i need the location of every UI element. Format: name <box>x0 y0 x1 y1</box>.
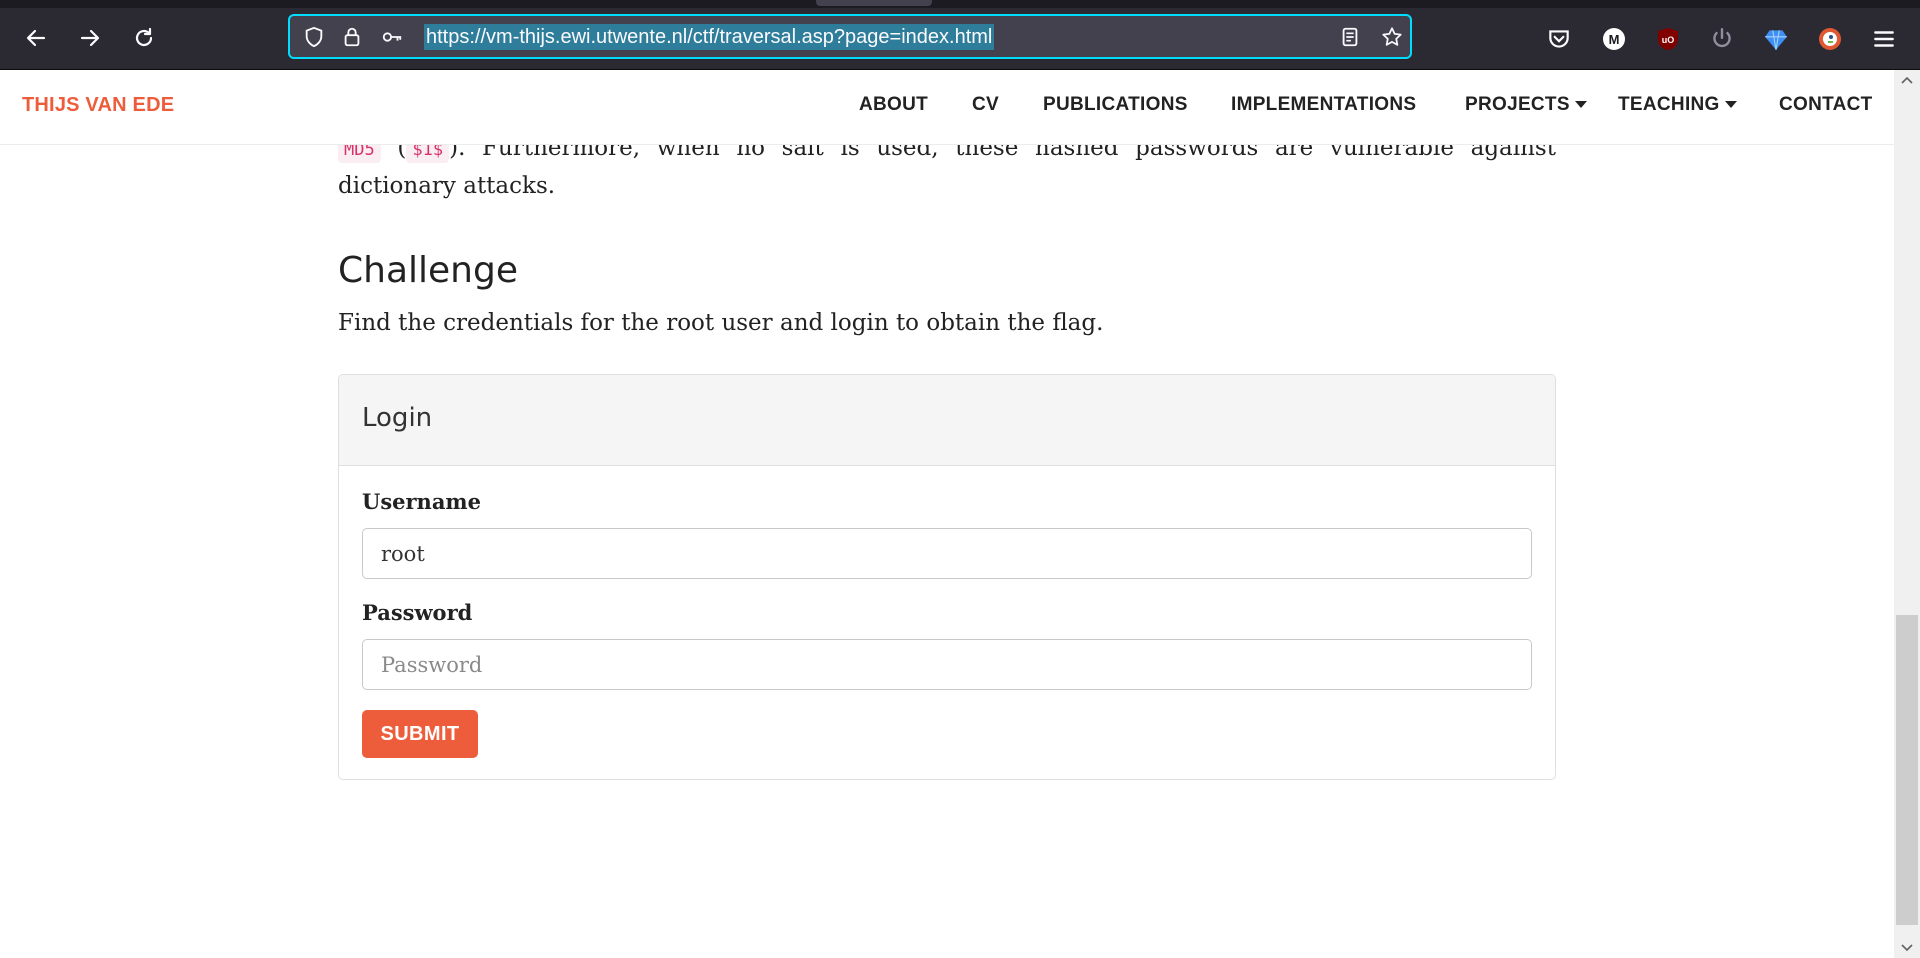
scroll-up-icon[interactable] <box>1894 70 1920 90</box>
password-input[interactable] <box>362 639 1532 690</box>
username-label: Username <box>362 489 482 514</box>
username-input[interactable] <box>362 528 1532 579</box>
window-titlebar <box>0 0 1920 8</box>
address-bar[interactable]: https://vm-thijs.ewi.utwente.nl/ctf/trav… <box>288 14 1412 59</box>
caret-down-icon <box>1574 101 1587 109</box>
ublock-letters: uO <box>1662 35 1675 45</box>
duckduckgo-icon[interactable] <box>1816 25 1844 53</box>
login-title: Login <box>362 403 433 433</box>
nav-projects-label: PROJECTS <box>1465 94 1570 115</box>
nav-implementations[interactable]: IMPLEMENTATIONS <box>1231 94 1416 116</box>
nav-about[interactable]: ABOUT <box>859 94 928 116</box>
page-viewport: THIJS VAN EDE ABOUT CV PUBLICATIONS IMPL… <box>0 70 1894 958</box>
challenge-description: Find the credentials for the root user a… <box>338 310 1104 336</box>
nav-projects[interactable]: PROJECTS <box>1465 94 1587 116</box>
url-text[interactable]: https://vm-thijs.ewi.utwente.nl/ctf/trav… <box>424 24 995 50</box>
reader-view-icon[interactable] <box>1338 25 1362 49</box>
site-navbar: THIJS VAN EDE ABOUT CV PUBLICATIONS IMPL… <box>0 70 1894 145</box>
login-card: Login Username Password SUBMIT <box>338 374 1556 780</box>
nav-teaching-label: TEACHING <box>1618 94 1720 115</box>
login-card-header: Login <box>339 375 1555 466</box>
bookmark-star-icon[interactable] <box>1380 25 1404 49</box>
tab-strip-hint <box>816 0 932 6</box>
forward-arrow-icon[interactable] <box>73 21 107 55</box>
pocket-icon[interactable] <box>1545 25 1573 53</box>
scrollbar-thumb[interactable] <box>1896 615 1918 925</box>
browser-toolbar: https://vm-thijs.ewi.utwente.nl/ctf/trav… <box>0 8 1920 70</box>
submit-button[interactable]: SUBMIT <box>362 710 478 758</box>
back-arrow-icon[interactable] <box>19 21 53 55</box>
scroll-down-icon[interactable] <box>1894 938 1920 958</box>
key-icon[interactable] <box>380 25 404 49</box>
page-scrollbar[interactable] <box>1894 70 1920 958</box>
reload-icon[interactable] <box>127 21 161 55</box>
nav-cv[interactable]: CV <box>972 94 999 116</box>
nav-contact[interactable]: CONTACT <box>1779 94 1873 116</box>
site-brand[interactable]: THIJS VAN EDE <box>22 94 174 117</box>
password-label: Password <box>362 600 473 625</box>
shield-icon[interactable] <box>302 25 326 49</box>
lock-icon[interactable] <box>340 25 364 49</box>
account-m-icon[interactable]: M <box>1600 25 1628 53</box>
gem-icon[interactable] <box>1762 25 1790 53</box>
challenge-heading: Challenge <box>338 250 518 291</box>
nav-publications[interactable]: PUBLICATIONS <box>1043 94 1188 116</box>
caret-down-icon <box>1724 101 1737 109</box>
account-letter: M <box>1609 32 1620 47</box>
nav-teaching[interactable]: TEACHING <box>1618 94 1737 116</box>
ublock-origin-icon[interactable]: uO <box>1654 25 1682 53</box>
power-icon[interactable] <box>1708 25 1736 53</box>
hamburger-menu-icon[interactable] <box>1870 25 1898 53</box>
